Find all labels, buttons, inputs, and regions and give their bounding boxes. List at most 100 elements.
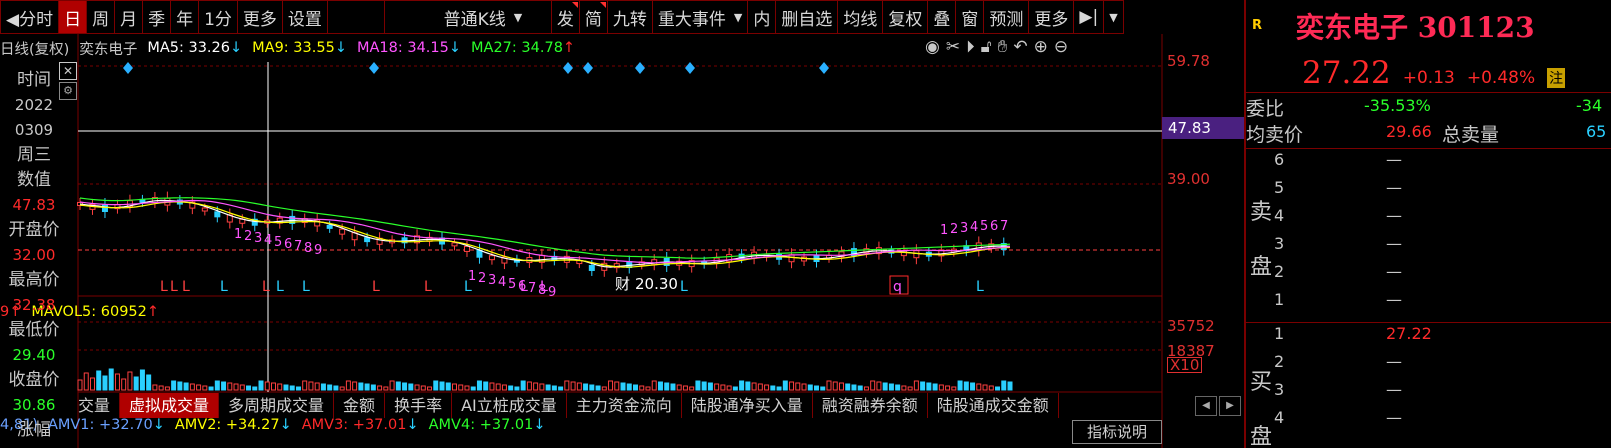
tab-daily[interactable]: 日 bbox=[58, 0, 88, 34]
volume-bar bbox=[352, 381, 358, 391]
close-icon[interactable]: ✕ bbox=[59, 62, 77, 80]
volume-bar bbox=[114, 373, 120, 391]
buy-row-4[interactable]: 4— bbox=[1246, 408, 1611, 436]
tab-yearly[interactable]: 年 bbox=[170, 0, 200, 34]
volume-bar bbox=[221, 381, 227, 391]
tab-more-periods[interactable]: 更多 bbox=[236, 0, 283, 34]
gear-icon[interactable]: ⚙ bbox=[59, 82, 77, 100]
buy-row-3[interactable]: 3— bbox=[1246, 380, 1611, 408]
nine-turn-button[interactable]: 九转 bbox=[606, 0, 653, 34]
volume-bar bbox=[757, 383, 763, 391]
volume-bar bbox=[1007, 381, 1013, 391]
adjust-button[interactable]: 复权 bbox=[882, 0, 929, 34]
arrow-down-icon: ↓ bbox=[279, 417, 292, 433]
tab-margin-balance[interactable]: 融资融券余额 bbox=[813, 393, 928, 418]
zoom-out-icon[interactable]: ⊖ bbox=[1054, 37, 1068, 57]
sell-row-4[interactable]: 4— bbox=[1246, 206, 1611, 234]
volume-bar bbox=[214, 380, 220, 391]
inner-button[interactable]: 内 bbox=[747, 0, 777, 34]
buy-row-1[interactable]: 1 27.22 bbox=[1246, 324, 1611, 352]
volume-bar bbox=[514, 386, 520, 391]
volume-bar bbox=[233, 383, 239, 391]
sell-row-1[interactable]: 1— bbox=[1246, 290, 1611, 318]
event-diamond-icon bbox=[685, 62, 695, 74]
volume-bar bbox=[189, 383, 195, 391]
volume-bar bbox=[196, 384, 202, 391]
ma27-value-wrap: MA27: 34.78↑ bbox=[471, 40, 575, 56]
more-button[interactable]: 更多 bbox=[1028, 0, 1075, 34]
major-events-select[interactable]: 重大事件 ▼ bbox=[651, 0, 749, 34]
volume-bar bbox=[976, 383, 982, 391]
candlesticks bbox=[77, 191, 1007, 277]
overlay-button[interactable]: 叠 bbox=[927, 0, 957, 34]
scissors-icon[interactable]: ✂ bbox=[946, 37, 960, 57]
nine-turn-count: 7 bbox=[1000, 219, 1008, 234]
note-badge[interactable]: 注 bbox=[1547, 68, 1566, 88]
tab-quarterly[interactable]: 季 bbox=[142, 0, 172, 34]
toolbar-dropdown-icon[interactable]: ▼ bbox=[1103, 0, 1124, 34]
window-button[interactable]: 窗 bbox=[955, 0, 985, 34]
sell-row-6[interactable]: 6— bbox=[1246, 150, 1611, 178]
moving-average-button[interactable]: 均线 bbox=[837, 0, 884, 34]
annotation-cai: 财 bbox=[615, 275, 630, 293]
kline-chart-area[interactable]: 财 20.30 q LLLLLLLLLLLLLL1234567123456789… bbox=[0, 34, 1241, 448]
quote-panel: R 奕东电子 301123 27.22 +0.13 +0.48% 注 委比 -3… bbox=[1244, 0, 1611, 448]
nine-turn-count: 1 bbox=[468, 269, 476, 284]
ma5-line bbox=[79, 199, 1011, 268]
sell-row-3[interactable]: 3— bbox=[1246, 234, 1611, 262]
lock-icon[interactable]: 🔓︎ bbox=[981, 37, 992, 57]
undo-icon[interactable]: ↶ bbox=[1013, 37, 1027, 57]
tab-weekly[interactable]: 周 bbox=[86, 0, 116, 34]
tab-hk-net-buy[interactable]: 陆股通净买入量 bbox=[682, 393, 813, 418]
volume-bar bbox=[820, 386, 826, 391]
toolbar-expand-icon[interactable]: ▶| bbox=[1073, 0, 1105, 34]
arrow-up-icon: ↑ bbox=[146, 304, 160, 320]
kline-type-select[interactable]: 普通K线 ▼ bbox=[383, 0, 552, 34]
volume-bar bbox=[295, 386, 301, 391]
remove-watchlist-button[interactable]: 删自选 bbox=[775, 0, 839, 34]
volume-bar bbox=[152, 384, 158, 391]
tab-monthly[interactable]: 月 bbox=[114, 0, 144, 34]
annotation-low-price: 20.30 bbox=[635, 275, 678, 293]
info-close-label: 收盘价 bbox=[8, 370, 60, 390]
arrow-down-icon: ↓ bbox=[406, 417, 419, 433]
volume-bar bbox=[639, 385, 645, 391]
volume-bar bbox=[720, 384, 726, 391]
eye-icon[interactable]: ◉ bbox=[925, 37, 940, 57]
sell-price: — bbox=[1386, 150, 1402, 169]
tab-main-fund-flow[interactable]: 主力资金流向 bbox=[567, 393, 682, 418]
volume-bar bbox=[545, 384, 551, 391]
publish-button[interactable]: 发 bbox=[550, 0, 580, 34]
volume-bar bbox=[863, 386, 869, 391]
sell-row-5[interactable]: 5— bbox=[1246, 178, 1611, 206]
volume-bar bbox=[558, 386, 564, 391]
simple-button[interactable]: 简 bbox=[578, 0, 608, 34]
volume-bar bbox=[857, 385, 863, 391]
sell-row-2[interactable]: 2— bbox=[1246, 262, 1611, 290]
tab-timeshare[interactable]: ◀分时 bbox=[0, 0, 60, 34]
buy-row-2[interactable]: 2— bbox=[1246, 352, 1611, 380]
amv3-value: AMV3: +37.01 bbox=[301, 417, 407, 433]
volume-bar bbox=[770, 385, 776, 391]
volume-bar bbox=[345, 380, 351, 391]
tab-hk-turnover[interactable]: 陆股通成交金额 bbox=[928, 393, 1059, 418]
volume-bar bbox=[551, 385, 557, 391]
forecast-button[interactable]: 预测 bbox=[983, 0, 1030, 34]
settings-button[interactable]: 设置 bbox=[281, 0, 328, 34]
volume-bar bbox=[814, 385, 820, 391]
tab-1min[interactable]: 1分 bbox=[198, 0, 238, 34]
kline-chart[interactable]: 财 20.30 q L L L L L L L L L L L L L L1 2 3 4 5 6 71 2 3 4 5 6 7 8 9… bbox=[0, 34, 1170, 448]
scroll-right-icon[interactable]: ▶ bbox=[1219, 396, 1241, 416]
event-diamond-icon bbox=[819, 62, 829, 74]
volume-bar bbox=[789, 381, 795, 391]
scroll-left-icon[interactable]: ◀ bbox=[1195, 396, 1217, 416]
volume-bar bbox=[888, 383, 894, 391]
indicator-explain-button[interactable]: 指标说明 bbox=[1072, 420, 1162, 444]
zoom-in-icon[interactable]: ⊕ bbox=[1034, 37, 1048, 57]
volume-bar bbox=[202, 385, 208, 391]
hand-icon[interactable]: ✋︎ bbox=[998, 37, 1008, 57]
sell-level: 3 bbox=[1274, 234, 1285, 253]
play-icon[interactable]: ⏵ bbox=[966, 37, 975, 57]
volume-axis-high: 35752 bbox=[1167, 317, 1215, 335]
weibi-value: -34 bbox=[1576, 96, 1603, 115]
